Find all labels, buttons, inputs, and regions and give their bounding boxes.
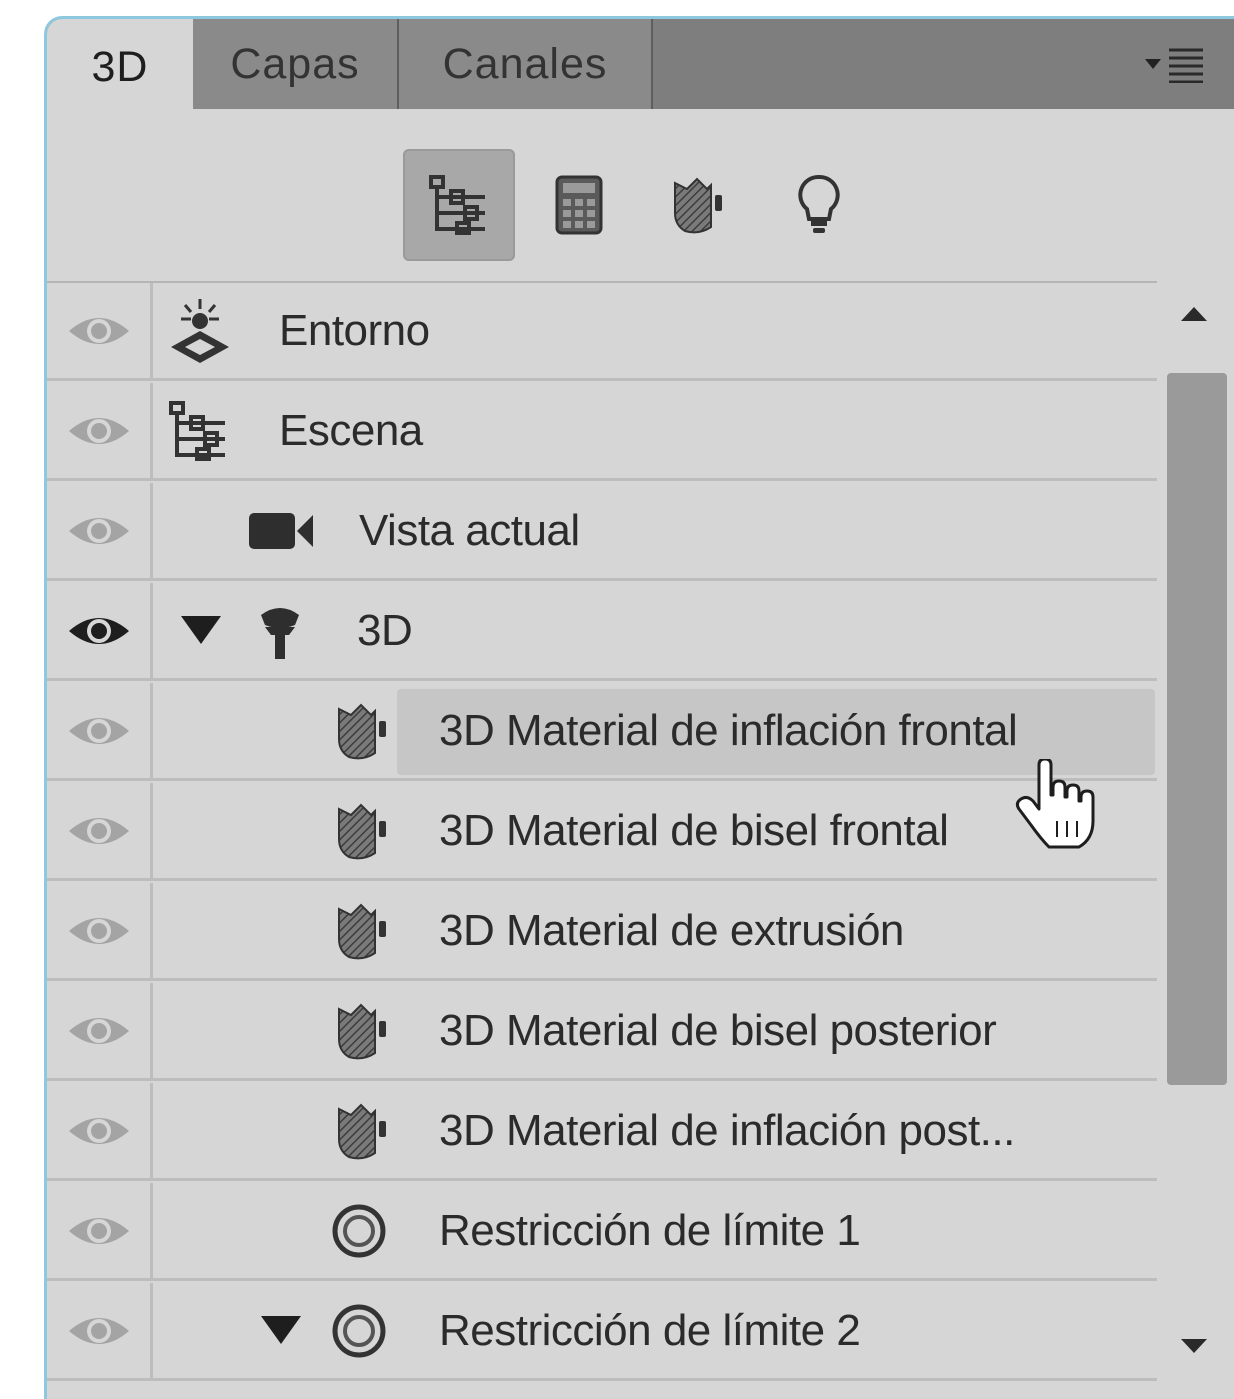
layer-row[interactable]: 3D Material de bisel posterior [47,983,1157,1081]
layer-row[interactable]: Vista actual [47,483,1157,581]
expand-arrow-icon[interactable] [181,583,221,678]
layer-label: 3D Material de extrusión [439,905,904,955]
light-filter-button[interactable] [763,149,875,261]
layer-row[interactable]: 3D [47,583,1157,681]
visibility-toggle[interactable] [47,1283,153,1378]
scroll-up-arrow-icon[interactable] [1181,307,1207,326]
eye-icon[interactable] [67,1311,131,1351]
environment-icon [165,283,235,378]
material-icon [335,783,391,878]
visibility-toggle[interactable] [47,883,153,978]
mesh-filter-button[interactable] [523,149,635,261]
mesh-icon [255,583,305,678]
tab-canales[interactable]: Canales [399,19,653,109]
scene-filter-button[interactable] [403,149,515,261]
panel-menu-icon[interactable] [1141,47,1231,84]
layer-label: 3D Material de inflación frontal [439,705,1018,755]
tab-capas[interactable]: Capas [193,19,399,109]
eye-icon[interactable] [67,811,131,851]
layer-label: 3D Material de bisel frontal [439,805,949,855]
layer-label: Entorno [279,305,430,355]
layer-label: Escena [279,405,423,455]
scene-icon [167,383,231,478]
eye-icon[interactable] [67,911,131,951]
expand-arrow-icon[interactable] [261,1283,301,1378]
light-filter-icon [798,174,840,233]
layer-label: Restricción de límite 1 [439,1205,861,1255]
3d-panel: 3D Capas Canales Entorno Escena Vista ac… [44,16,1234,1399]
layer-list: Entorno Escena Vista actual 3D 3D Materi… [47,281,1157,1399]
layer-row[interactable]: 3D Material de bisel frontal [47,783,1157,881]
layer-row[interactable]: Entorno [47,283,1157,381]
material-icon [335,883,391,978]
layer-row[interactable]: 3D Material de inflación frontal [47,683,1157,781]
constraint-icon [329,1283,389,1378]
eye-icon[interactable] [67,611,131,651]
scene-filter-icon [427,173,491,237]
tab-bar: 3D Capas Canales [47,19,1234,115]
tab-3d[interactable]: 3D [47,19,193,115]
material-icon [335,983,391,1078]
layer-row[interactable]: Restricción de límite 1 [47,1183,1157,1281]
layer-label: Vista actual [359,505,580,555]
eye-icon[interactable] [67,711,131,751]
hand-cursor-icon [1013,757,1095,856]
filter-toolbar [47,111,1234,281]
layer-row[interactable]: 3D Material de extrusión [47,883,1157,981]
visibility-toggle[interactable] [47,983,153,1078]
layer-label: Restricción de límite 2 [439,1305,861,1355]
visibility-toggle[interactable] [47,283,153,378]
camera-icon [247,483,317,578]
eye-icon[interactable] [67,1111,131,1151]
eye-icon[interactable] [67,511,131,551]
eye-icon[interactable] [67,411,131,451]
eye-icon[interactable] [67,1011,131,1051]
eye-icon[interactable] [67,1211,131,1251]
material-filter-icon [671,175,727,235]
visibility-toggle[interactable] [47,1183,153,1278]
layer-label: 3D Material de inflación post... [439,1105,1015,1155]
layer-row[interactable]: Restricción de límite 2 [47,1283,1157,1381]
layer-row[interactable]: 3D Material de inflación post... [47,1083,1157,1181]
scroll-down-arrow-icon[interactable] [1181,1339,1207,1358]
material-icon [335,683,391,778]
constraint-icon [329,1183,389,1278]
visibility-toggle[interactable] [47,583,153,678]
layer-label: 3D [357,605,413,655]
visibility-toggle[interactable] [47,483,153,578]
material-filter-button[interactable] [643,149,755,261]
visibility-toggle[interactable] [47,683,153,778]
visibility-toggle[interactable] [47,1083,153,1178]
scroll-thumb[interactable] [1167,373,1227,1085]
layer-row[interactable]: Escena [47,383,1157,481]
mesh-filter-icon [555,175,603,235]
vertical-scrollbar[interactable] [1157,281,1234,1399]
visibility-toggle[interactable] [47,383,153,478]
visibility-toggle[interactable] [47,783,153,878]
material-icon [335,1083,391,1178]
eye-icon[interactable] [67,311,131,351]
layer-label: 3D Material de bisel posterior [439,1005,997,1055]
